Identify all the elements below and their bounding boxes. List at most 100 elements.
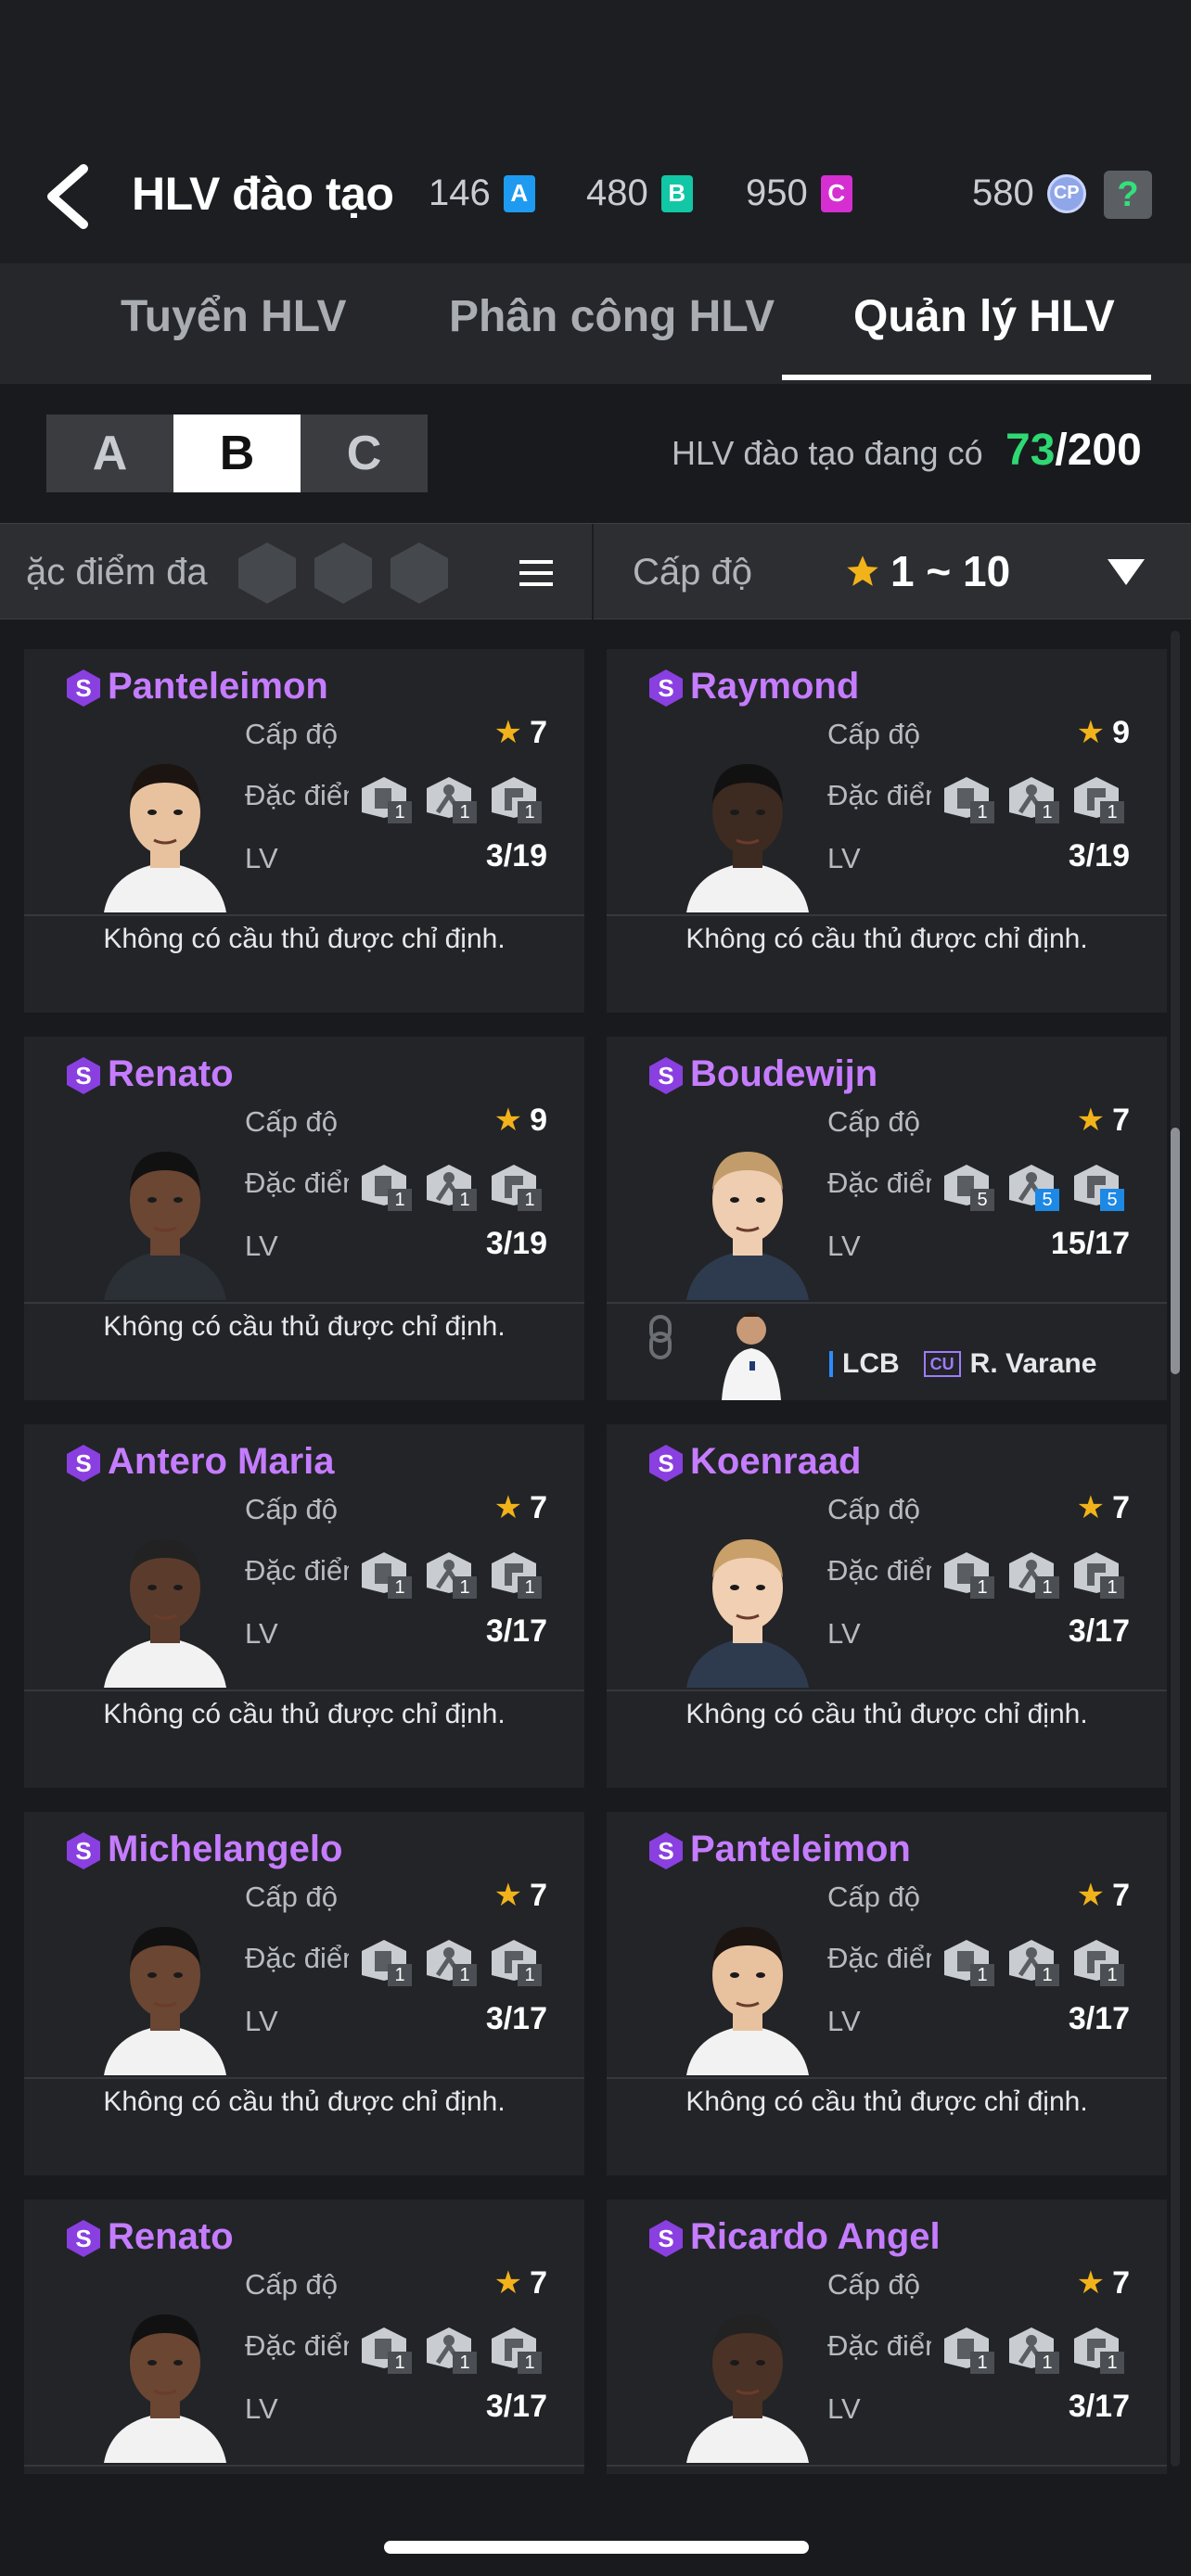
link-icon[interactable] [647,1315,673,1359]
coach-portrait [104,2315,226,2463]
coach-card[interactable]: S Panteleimon Cấp độ ★7 Đặc điểm 1 [24,649,584,1013]
card-divider [24,2465,584,2467]
svg-text:S: S [75,1837,91,1865]
tab-assign[interactable]: Phân công HLV [449,291,775,342]
no-player-assigned-text: Không có cầu thủ được chỉ định. [685,924,1088,954]
grade-s-badge-icon: S [649,1445,683,1482]
hexagon-slot-icon[interactable] [312,541,375,606]
assigned-player-info[interactable]: LCB CU R. Varane [829,1348,1096,1380]
trait-icons[interactable]: 1 1 1 [941,1938,1124,1986]
star-count: 9 [1112,715,1130,750]
grade-s-badge-icon: S [67,670,100,707]
trait-filter[interactable]: ặc điểm đa [0,524,594,620]
trait-level: 1 [1035,2352,1059,2374]
trait-icons[interactable]: 1 1 1 [358,1550,542,1599]
trait-level: 1 [453,801,477,823]
currency-a: 146 A [429,172,535,214]
svg-text:S: S [75,1062,91,1090]
card-divider [24,2077,584,2079]
trait-icon: 1 [1070,775,1124,823]
coach-card[interactable]: S Ricardo Angel Cấp độ ★7 Đặc điểm 1 [607,2200,1167,2474]
trait-level: 1 [518,1189,542,1211]
coach-card[interactable]: S Panteleimon Cấp độ ★7 Đặc điểm 1 [607,1812,1167,2175]
trait-level: 1 [388,2352,412,2374]
trait-icons[interactable]: 1 1 1 [941,2326,1124,2374]
trait-icon: 1 [423,2326,477,2374]
lv-label: LV [245,1617,278,1650]
scrollbar-track[interactable] [1171,631,1180,2467]
coach-portrait [104,764,226,912]
grade-b-button[interactable]: B [173,414,301,492]
tab-recruit[interactable]: Tuyển HLV [121,291,347,342]
lv-label: LV [827,1230,861,1262]
svg-text:S: S [75,1449,91,1477]
coach-name: Panteleimon [108,666,328,707]
no-player-assigned-text: Không có cầu thủ được chỉ định. [103,2086,506,2117]
assigned-player-name: R. Varane [969,1348,1097,1379]
trait-label: Đặc điểm [827,2329,931,2362]
trait-icon: 1 [1070,1550,1124,1599]
trait-icons[interactable]: 1 1 1 [358,1163,542,1211]
currency-cp-amount: 580 [972,172,1034,213]
coach-card[interactable]: S Michelangelo Cấp độ ★7 Đặc điểm 1 [24,1812,584,2175]
trait-icon: 1 [1005,775,1059,823]
lv-label: LV [827,2392,861,2425]
dropdown-arrow-icon[interactable] [1108,559,1145,585]
help-button[interactable]: ? [1104,171,1152,219]
grade-c-button[interactable]: C [301,414,428,492]
trait-icons[interactable]: 1 1 1 [941,775,1124,823]
trait-icon: 5 [1005,1163,1059,1211]
coach-card[interactable]: S Antero Maria Cấp độ ★7 Đặc điểm 1 [24,1424,584,1788]
coach-count-label: HLV đào tạo đang có [672,434,983,472]
trait-icons[interactable]: 1 1 1 [358,775,542,823]
trait-icon: 1 [423,1550,477,1599]
tab-manage[interactable]: Quản lý HLV [853,291,1115,342]
coach-card[interactable]: S Renato Cấp độ ★9 Đặc điểm 1 1 [24,1037,584,1400]
level-filter-label: Cấp độ [633,552,752,593]
trait-level: 1 [1100,1964,1124,1986]
coach-name: Koenraad [690,1441,862,1482]
trait-icon: 1 [941,1550,994,1599]
star-count: 7 [530,1878,547,1913]
trait-label: Đặc điểm [827,1554,931,1587]
star-icon: ★ [1076,1878,1106,1913]
trait-icons[interactable]: 1 1 1 [941,1550,1124,1599]
hexagon-slot-icon[interactable] [388,541,451,606]
top-bar: HLV đào tạo 146 A 480 B 950 C 580 CP ? [0,0,1191,263]
trait-icons[interactable]: 1 1 1 [358,1938,542,1986]
coach-lv: 3/19 [485,1226,547,1261]
card-divider [607,1690,1167,1691]
coach-card[interactable]: S Koenraad Cấp độ ★7 Đặc điểm 1 1 [607,1424,1167,1788]
home-indicator[interactable] [384,2541,809,2554]
trait-icons[interactable]: 5 5 5 [941,1163,1124,1211]
trait-level: 5 [970,1189,994,1211]
coach-list[interactable]: S Panteleimon Cấp độ ★ 7 Đặc điểm 1 [0,621,1191,2474]
cp-coin-icon: CP [1046,173,1086,213]
coach-name: Michelangelo [108,1829,343,1869]
coach-card[interactable]: S Boudewijn Cấp độ ★7 Đặc điểm 5 5 [607,1037,1167,1400]
coach-portrait [686,1927,809,2075]
no-player-assigned-text: Không có cầu thủ được chỉ định. [103,1311,506,1342]
coach-card[interactable]: S Renato Cấp độ ★7 Đặc điểm 1 1 [24,2200,584,2474]
grade-a-button[interactable]: A [46,414,173,492]
no-player-assigned-text: Không có cầu thủ được chỉ định. [103,1699,506,1729]
svg-text:S: S [75,674,91,702]
coach-name: Panteleimon [690,1829,911,1869]
level-label: Cấp độ [827,2268,920,2301]
coach-lv: 3/17 [485,2389,547,2424]
scrollbar-thumb[interactable] [1171,1128,1180,1374]
coach-card[interactable]: S Raymond Cấp độ ★9 Đặc điểm 1 1 [607,649,1167,1013]
back-arrow-icon[interactable] [41,163,93,230]
no-player-assigned-text: Không có cầu thủ được chỉ định. [685,2086,1088,2117]
star-icon: ★ [1076,1103,1106,1138]
level-range[interactable]: 1 ~ 10 [844,546,1010,596]
trait-icon: 1 [488,1550,542,1599]
star-icon: ★ [493,715,523,750]
trait-icon: 1 [1005,1550,1059,1599]
trait-icons[interactable]: 1 1 1 [358,2326,542,2374]
hexagon-slot-icon[interactable] [236,541,299,606]
coach-count-current: 73 [1005,426,1056,475]
grade-s-badge-icon: S [649,2220,683,2257]
menu-icon[interactable] [519,559,553,587]
coach-stars: ★ 9 [494,1102,547,1139]
